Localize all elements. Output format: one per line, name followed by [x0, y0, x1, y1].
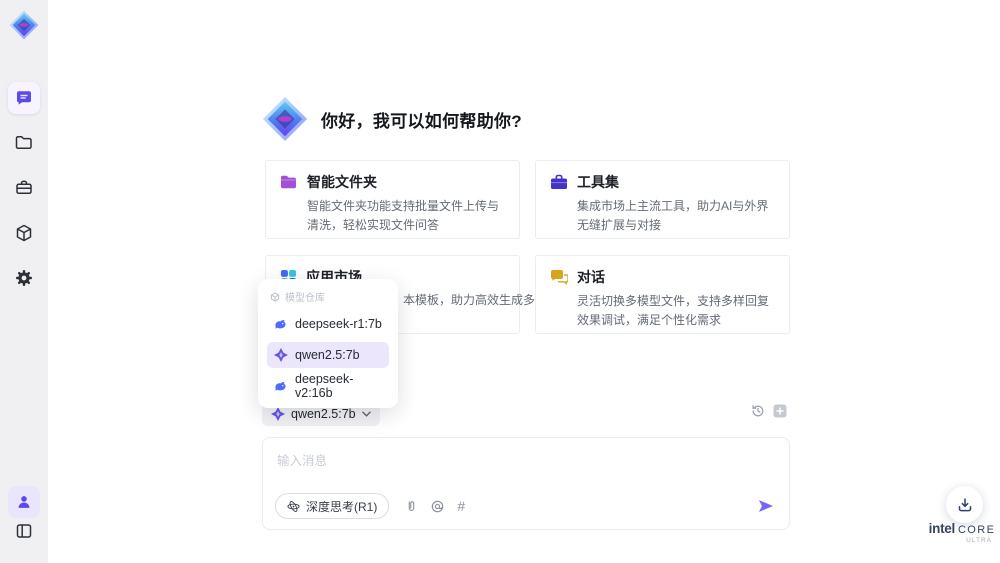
- card-description: 集成市场上主流工具，助力AI与外界无缝扩展与对接: [577, 199, 769, 233]
- card-description-partial: 本模板，助力高效生成多: [403, 293, 536, 307]
- user-icon: [15, 493, 33, 511]
- gear-icon: [14, 268, 34, 288]
- chat-gold-icon: [550, 269, 568, 285]
- at-circle-icon[interactable]: [431, 500, 444, 513]
- repo-icon: [270, 291, 280, 302]
- model-option-qwen[interactable]: qwen2.5:7b: [267, 342, 389, 368]
- intel-wordmark: intel: [928, 521, 956, 536]
- deepseek-icon: [274, 379, 288, 393]
- qwen-icon: [274, 348, 288, 362]
- chevron-down-icon: [361, 411, 371, 417]
- download-icon: [957, 497, 973, 513]
- model-dropdown-header: 模型仓库: [267, 287, 389, 306]
- greeting: 你好，我可以如何帮助你?: [262, 96, 522, 142]
- card-description: 灵活切换多模型文件，支持多样回复效果调试，满足个性化需求: [577, 294, 770, 328]
- download-button[interactable]: [946, 486, 983, 523]
- model-dropdown: 模型仓库 deepseek-r1:7b qwen2.5:7b deepseek-…: [258, 279, 398, 408]
- card-description: 智能文件夹功能支持批量文件上传与清洗，轻松实现文件问答: [307, 199, 500, 233]
- atom-icon: [287, 500, 300, 513]
- send-icon[interactable]: [757, 497, 775, 515]
- paperclip-icon[interactable]: [405, 500, 418, 513]
- sidebar-item-tools[interactable]: [8, 172, 40, 204]
- new-chat-icon[interactable]: [773, 404, 787, 418]
- sidebar-item-models[interactable]: [8, 217, 40, 249]
- folder-purple-icon: [280, 174, 298, 190]
- briefcase-indigo-icon: [550, 174, 568, 190]
- card-title: 工具集: [577, 174, 619, 190]
- qwen-icon: [271, 406, 285, 421]
- sidebar-item-collapse[interactable]: [8, 515, 40, 547]
- chat-icon: [14, 88, 34, 108]
- deep-think-toggle[interactable]: 深度思考(R1): [275, 493, 390, 519]
- sidebar-item-folders[interactable]: [8, 127, 40, 159]
- gem-logo: [262, 96, 308, 142]
- card-toolset[interactable]: 工具集 集成市场上主流工具，助力AI与外界无缝扩展与对接: [535, 160, 790, 239]
- model-option-label: deepseek-v2:16b: [295, 372, 354, 400]
- cube-icon: [14, 223, 34, 243]
- briefcase-icon: [14, 178, 34, 198]
- sidebar: [0, 0, 48, 563]
- model-option-deepseek-r1[interactable]: deepseek-r1:7b: [267, 311, 389, 337]
- composer-toolbar: 深度思考(R1) #: [275, 493, 775, 519]
- intel-core-logo: intel core ultra: [928, 521, 996, 544]
- composer: 深度思考(R1) #: [262, 437, 790, 530]
- card-title: 对话: [577, 269, 605, 285]
- sidebar-item-chat[interactable]: [8, 82, 40, 114]
- core-wordmark: core: [957, 524, 996, 536]
- sidebar-item-settings[interactable]: [8, 262, 40, 294]
- history-icon[interactable]: [751, 404, 765, 418]
- panel-icon: [14, 521, 34, 541]
- deep-think-label: 深度思考(R1): [306, 499, 378, 514]
- page-title: 你好，我可以如何帮助你?: [321, 111, 522, 131]
- model-option-deepseek-v2[interactable]: deepseek-v2:16b: [267, 372, 389, 400]
- sidebar-item-profile[interactable]: [8, 486, 40, 518]
- model-selector-label: qwen2.5:7b: [291, 406, 356, 421]
- conversation-actions: [751, 404, 787, 418]
- card-chat[interactable]: 对话 灵活切换多模型文件，支持多样回复效果调试，满足个性化需求: [535, 255, 790, 334]
- app-logo-gem-icon: [9, 8, 39, 42]
- deepseek-icon: [274, 317, 288, 331]
- model-option-label: deepseek-r1:7b: [295, 317, 382, 331]
- folder-icon: [14, 133, 34, 153]
- card-smart-folder[interactable]: 智能文件夹 智能文件夹功能支持批量文件上传与清洗，轻松实现文件问答: [265, 160, 520, 239]
- composer-icons: #: [405, 499, 465, 513]
- message-input[interactable]: [263, 438, 789, 484]
- intel-sub-label: ultra: [966, 537, 992, 544]
- model-option-label: qwen2.5:7b: [295, 348, 360, 362]
- card-title: 智能文件夹: [307, 174, 377, 190]
- model-dropdown-header-label: 模型仓库: [285, 293, 325, 304]
- hash-icon[interactable]: #: [457, 499, 465, 513]
